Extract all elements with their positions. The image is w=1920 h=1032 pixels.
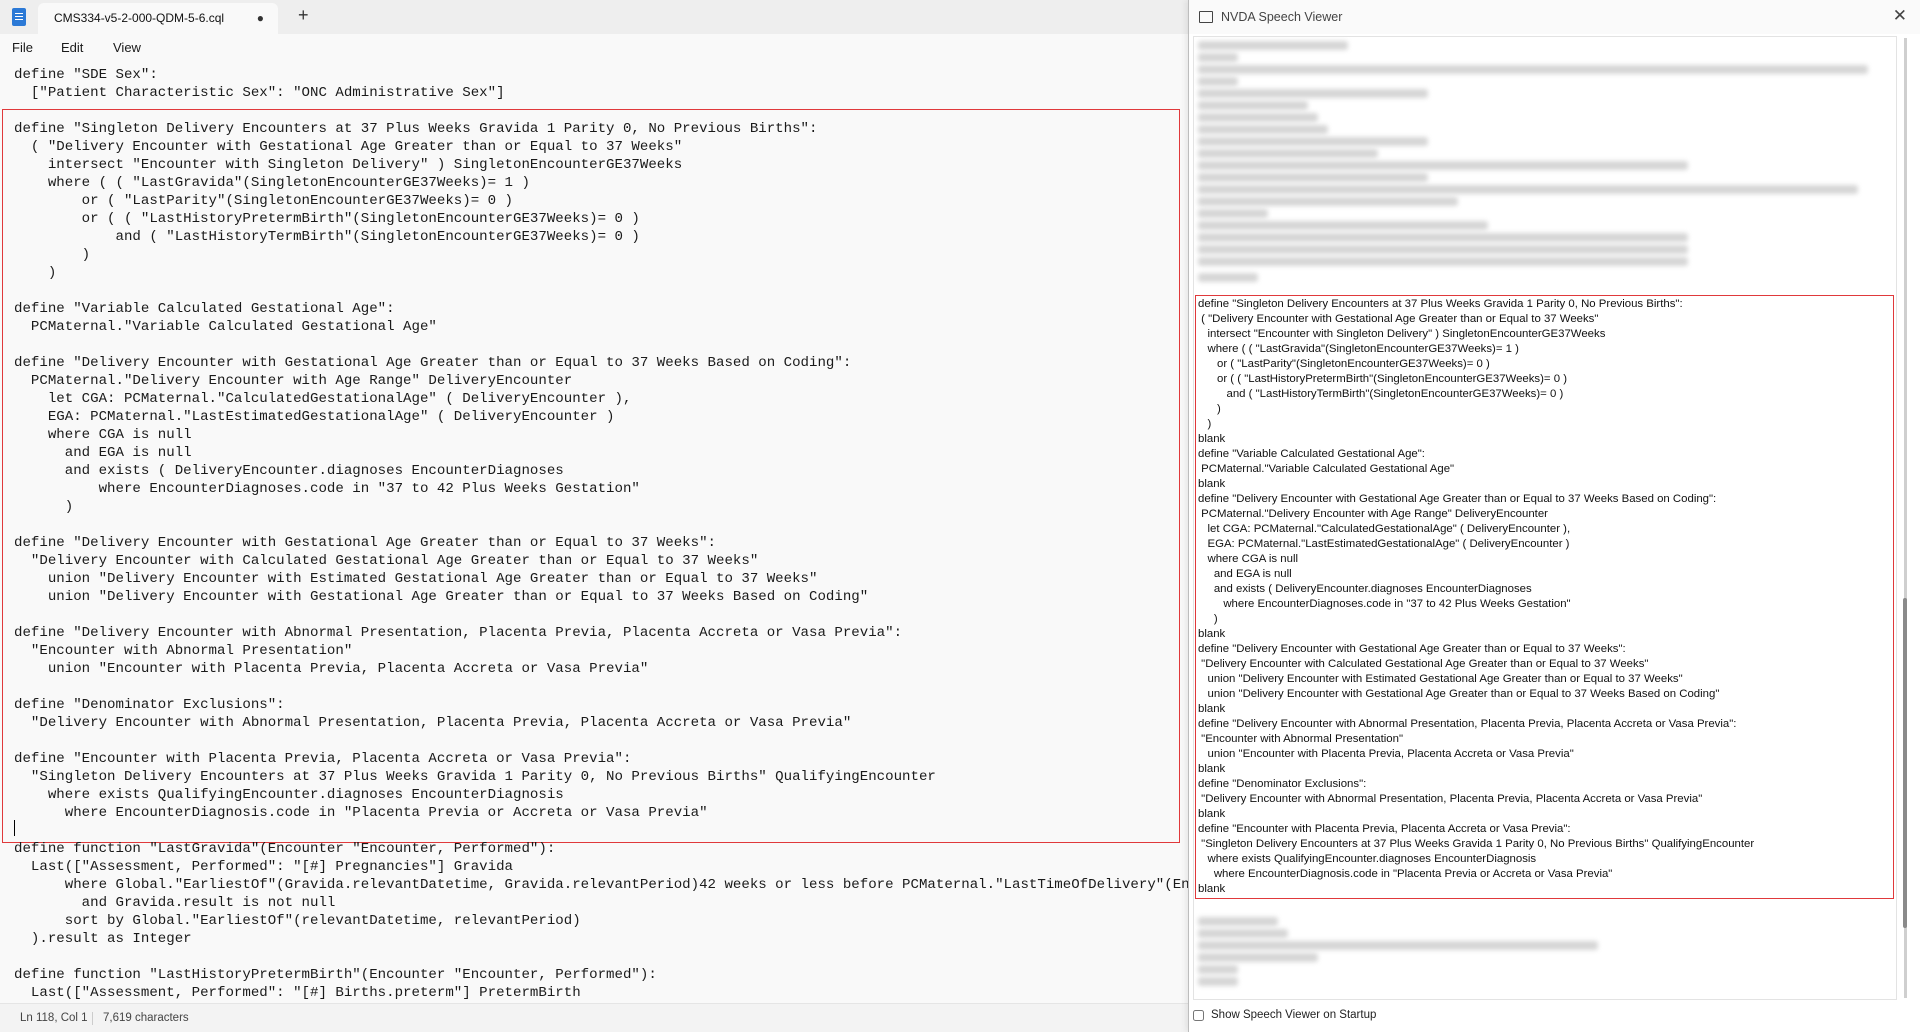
menu-view[interactable]: View xyxy=(113,40,141,55)
menu-edit[interactable]: Edit xyxy=(61,40,83,55)
blurred-line xyxy=(1198,125,1328,134)
blurred-line xyxy=(1198,929,1288,938)
blurred-line xyxy=(1198,137,1428,146)
scrollbar-thumb[interactable] xyxy=(1903,598,1907,928)
text-caret xyxy=(14,820,15,836)
blurred-line xyxy=(1198,977,1238,986)
status-character-count: 7,619 characters xyxy=(103,1012,189,1024)
blurred-line xyxy=(1198,113,1318,122)
vertical-scrollbar[interactable] xyxy=(1899,38,1913,998)
nvda-speech-viewer-window: NVDA Speech Viewer ✕ define "Singleton D… xyxy=(1188,0,1920,1032)
nvda-title-bar: NVDA Speech Viewer ✕ xyxy=(1189,0,1920,34)
blurred-line xyxy=(1198,941,1598,950)
unsaved-indicator-icon[interactable]: ● xyxy=(257,11,264,25)
new-tab-button[interactable]: + xyxy=(298,5,309,26)
window-icon xyxy=(1199,11,1213,23)
blurred-line xyxy=(1198,65,1868,74)
blurred-line xyxy=(1198,953,1318,962)
blurred-line xyxy=(1198,197,1458,206)
nvda-window-title: NVDA Speech Viewer xyxy=(1221,10,1343,24)
speech-output-area[interactable]: define "Singleton Delivery Encounters at… xyxy=(1193,36,1897,1000)
menu-file[interactable]: File xyxy=(12,40,33,55)
blurred-line xyxy=(1198,245,1688,254)
blurred-line xyxy=(1198,89,1428,98)
notepad-window: CMS334-v5-2-000-QDM-5-6.cql ● + File Edi… xyxy=(0,0,1190,1032)
blurred-line xyxy=(1198,149,1378,158)
highlight-box xyxy=(2,109,1180,843)
show-on-startup-label[interactable]: Show Speech Viewer on Startup xyxy=(1211,1009,1376,1021)
blurred-line xyxy=(1198,41,1348,50)
tab-bar: CMS334-v5-2-000-QDM-5-6.cql ● + xyxy=(0,0,1190,34)
blurred-line xyxy=(1198,161,1688,170)
show-on-startup-checkbox[interactable] xyxy=(1193,1010,1204,1021)
code-block-top: define "SDE Sex": ["Patient Characterist… xyxy=(14,67,505,101)
tab-document[interactable]: CMS334-v5-2-000-QDM-5-6.cql ● xyxy=(38,3,278,34)
close-icon[interactable]: ✕ xyxy=(1893,6,1907,26)
blurred-line xyxy=(1198,273,1258,282)
notepad-app-icon xyxy=(12,8,26,26)
tab-title: CMS334-v5-2-000-QDM-5-6.cql xyxy=(54,11,225,25)
code-block-bottom: define function "LastGravida"(Encounter … xyxy=(14,841,1190,1001)
status-divider xyxy=(92,1012,93,1025)
blurred-line xyxy=(1198,101,1308,110)
blurred-line xyxy=(1198,209,1268,218)
blurred-line xyxy=(1198,257,1688,266)
highlight-box xyxy=(1195,295,1894,899)
blurred-line xyxy=(1198,233,1688,242)
blurred-line xyxy=(1198,917,1278,926)
blurred-line xyxy=(1198,173,1428,182)
text-editor[interactable]: define "SDE Sex": ["Patient Characterist… xyxy=(0,62,1190,1002)
blurred-line xyxy=(1198,221,1488,230)
status-cursor-position: Ln 118, Col 1 xyxy=(20,1012,88,1024)
blurred-line xyxy=(1198,185,1858,194)
blurred-line xyxy=(1198,77,1238,86)
menu-bar: File Edit View xyxy=(0,36,1190,62)
blurred-line xyxy=(1198,53,1238,62)
blurred-line xyxy=(1198,965,1238,974)
status-bar: Ln 118, Col 1 7,619 characters xyxy=(0,1003,1190,1032)
